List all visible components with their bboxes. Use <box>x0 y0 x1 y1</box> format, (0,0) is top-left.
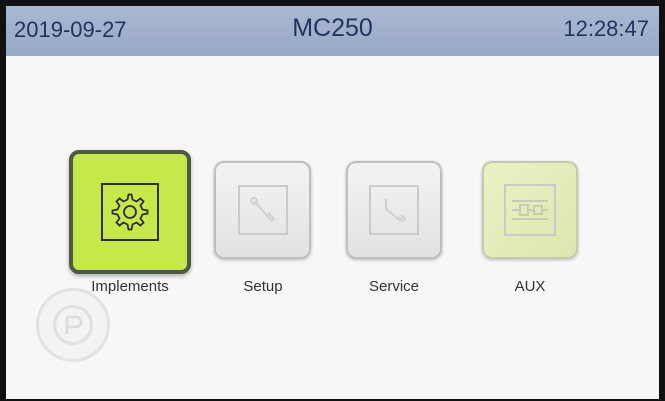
status-header: 2019-09-27 MC250 12:28:47 <box>6 6 659 56</box>
setup-label: Setup <box>243 278 283 295</box>
header-time: 12:28:47 <box>563 16 649 41</box>
p-icon <box>53 305 93 345</box>
header-title: MC250 <box>292 14 373 42</box>
implements-icon-frame <box>101 183 159 241</box>
gear-icon <box>111 193 149 231</box>
service-label: Service <box>368 278 420 295</box>
aux-label: AUX <box>514 278 546 295</box>
aux-icon-frame <box>504 184 556 236</box>
service-button[interactable] <box>346 161 442 259</box>
p-round-button[interactable] <box>36 288 110 362</box>
service-icon-frame <box>369 185 419 235</box>
hydraulic-valve-icon <box>512 200 548 220</box>
implements-button[interactable] <box>69 150 191 274</box>
display-screen: 2019-09-27 MC250 12:28:47 Implements Set… <box>6 6 659 399</box>
wrench-icon <box>249 197 275 223</box>
setup-button[interactable] <box>214 161 311 259</box>
aux-button[interactable] <box>482 161 578 259</box>
wrench-icon <box>385 199 407 223</box>
setup-icon-frame <box>237 185 288 235</box>
